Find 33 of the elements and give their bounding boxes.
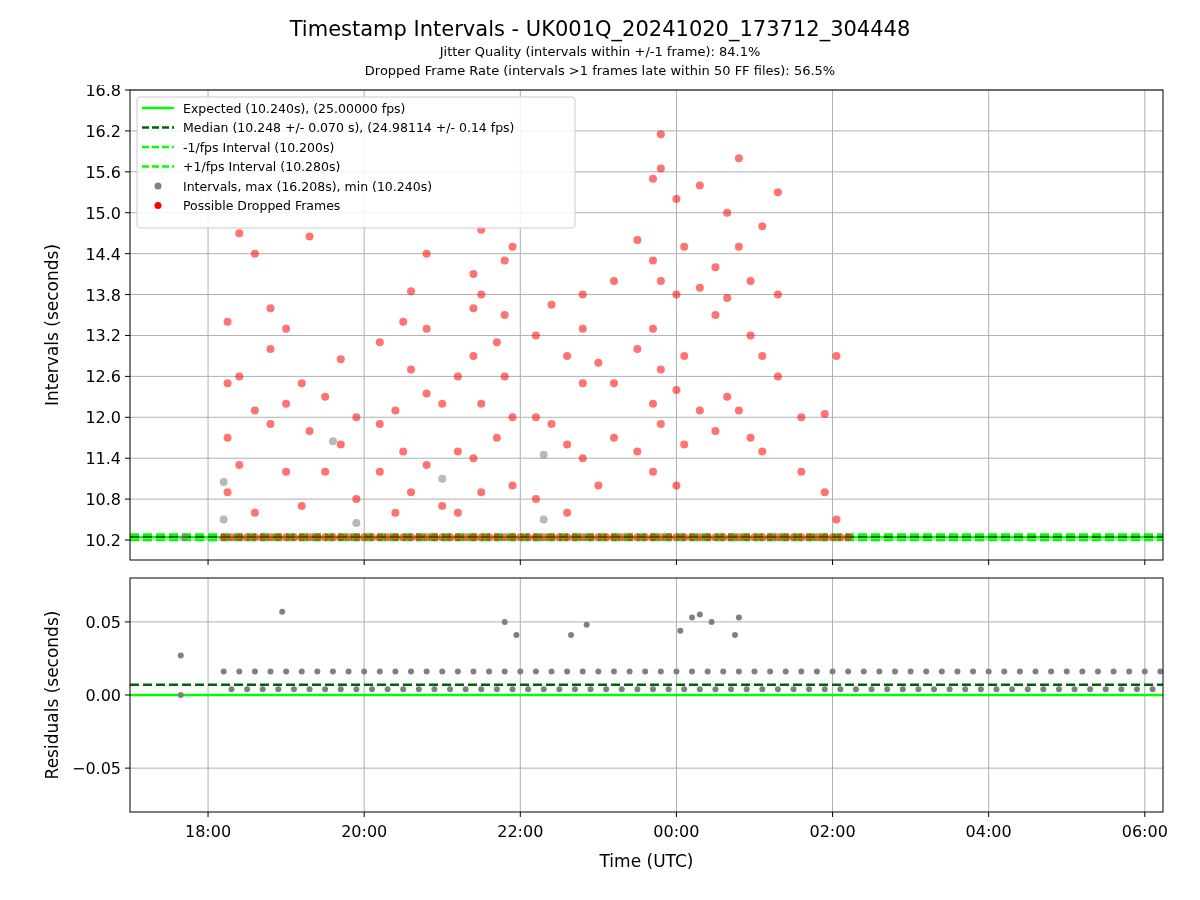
tick-label: 14.4 — [85, 244, 121, 264]
tick-label: 02:00 — [809, 822, 856, 841]
chart-subtitle: Dropped Frame Rate (intervals >1 frames late within 50 FF files): 56.5% — [364, 62, 836, 80]
tick-label: 15.0 — [85, 203, 121, 223]
chart-title: Timestamp Intervals - UK001Q_20241020_173712_304448 — [289, 16, 911, 42]
tick-label: 10.2 — [85, 531, 121, 550]
tick-label: 15.6 — [85, 162, 121, 182]
tick-label: 18:00 — [185, 822, 232, 841]
tick-label: 16.2 — [85, 121, 121, 141]
legend-label: Intervals, max (16.208s), min (10.240s) — [183, 178, 433, 194]
tick-label: 04:00 — [965, 822, 1012, 841]
tick-label: −0.05 — [71, 759, 121, 779]
legend-label: Possible Dropped Frames — [183, 198, 341, 213]
tick-label: 20:00 — [341, 822, 388, 841]
axis-label: Time (UTC) — [599, 851, 694, 871]
legend-label: -1/fps Interval (10.200s) — [183, 139, 335, 155]
chart-subtitle: Jitter Quality (intervals within +/-1 frame): 84.1% — [439, 43, 761, 61]
tick-label: 06:00 — [1121, 822, 1168, 841]
axis-label: Intervals (seconds) — [42, 243, 62, 407]
tick-label: 12.6 — [85, 367, 121, 387]
tick-label: 0.00 — [85, 686, 121, 705]
legend-label: +1/fps Interval (10.280s) — [183, 159, 341, 174]
tick-label: 00:00 — [653, 822, 700, 841]
legend-label: Median (10.248 +/- 0.070 s), (24.98114 +/- 0.14 fps) — [183, 120, 515, 135]
legend-label: Expected (10.240s), (25.00000 fps) — [183, 100, 406, 116]
tick-label: 12.0 — [85, 408, 121, 428]
tick-label: 11.4 — [85, 449, 121, 469]
tick-label: 13.2 — [85, 326, 121, 346]
tick-label: 0.05 — [85, 612, 121, 632]
tick-label: 13.8 — [85, 285, 121, 305]
tick-label: 10.8 — [85, 490, 121, 510]
tick-label: 22:00 — [497, 822, 544, 841]
axis-label: Residuals (seconds) — [42, 610, 62, 780]
